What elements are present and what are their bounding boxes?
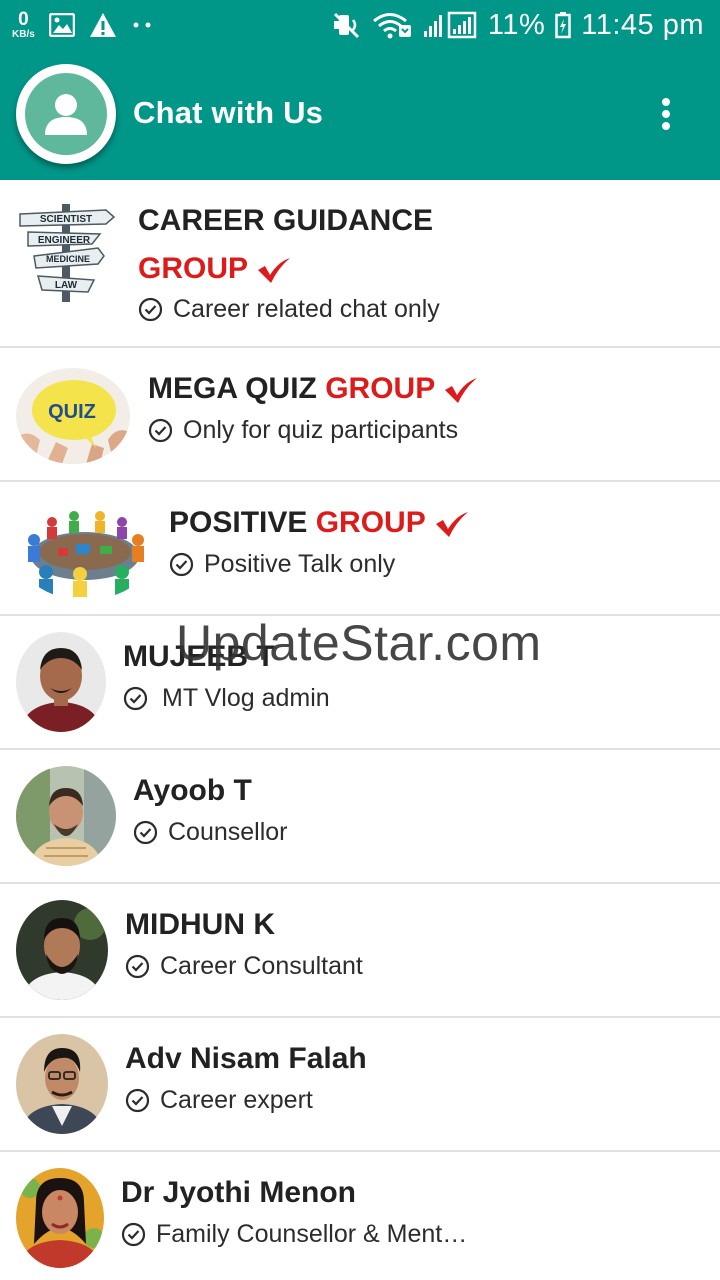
verified-tick-icon (258, 258, 291, 284)
list-item-contact[interactable]: MIDHUN K Career Consultant (0, 884, 720, 1018)
check-circle-icon (138, 297, 163, 322)
check-circle-icon (121, 1222, 146, 1247)
watermark: UpdateStar.com (176, 615, 542, 671)
svg-text:SCIENTIST: SCIENTIST (40, 214, 92, 225)
app-bar: Chat with Us (0, 50, 720, 180)
group-label: GROUP (138, 252, 249, 285)
mute-icon (333, 12, 359, 39)
avatar (16, 766, 116, 866)
verified-tick-icon (445, 378, 478, 404)
positive-group-image (16, 500, 154, 600)
profile-avatar[interactable] (16, 64, 116, 164)
group-title: MEGA QUIZ GROUP (148, 372, 479, 406)
svg-text:MEDICINE: MEDICINE (46, 254, 90, 264)
svg-text:LAW: LAW (55, 280, 78, 291)
quiz-image: QUIZ (16, 368, 130, 464)
battery-icon (555, 12, 571, 39)
item-subtitle: Counsellor (133, 818, 288, 847)
contact-list: SCIENTIST ENGINEER MEDICINE LAW CAREER G… (0, 180, 720, 1280)
list-item-mega-quiz[interactable]: QUIZ MEGA QUIZ GROUP Only for quiz parti… (0, 348, 720, 482)
check-circle-icon (123, 686, 148, 711)
check-circle-icon (148, 418, 173, 443)
network-speed: 0 KB/s (12, 9, 35, 40)
wifi-icon (372, 13, 411, 39)
overflow-menu-button[interactable] (650, 94, 682, 134)
menu-dot (662, 98, 670, 106)
contact-name: Dr Jyothi Menon (121, 1176, 357, 1209)
warning-icon (89, 13, 116, 37)
app-title: Chat with Us (133, 95, 324, 130)
group-title-line1: CAREER GUIDANCE (138, 204, 434, 237)
clock: 11:45 pm (581, 8, 704, 41)
svg-text:QUIZ: QUIZ (48, 401, 96, 423)
menu-dot (662, 122, 670, 130)
contact-name: Adv Nisam Falah (125, 1042, 367, 1075)
image-icon (48, 13, 75, 37)
signal-icon (423, 11, 477, 39)
item-subtitle: Positive Talk only (169, 550, 395, 579)
list-item-positive-group[interactable]: POSITIVE GROUP Positive Talk only (0, 482, 720, 616)
verified-tick-icon (435, 512, 468, 538)
list-item-contact[interactable]: Ayoob T Counsellor (0, 750, 720, 884)
check-circle-icon (125, 1088, 150, 1113)
contact-name: Ayoob T (133, 774, 252, 807)
item-subtitle: Only for quiz participants (148, 416, 458, 445)
list-item-contact[interactable]: Adv Nisam Falah Career expert (0, 1018, 720, 1152)
avatar (16, 900, 108, 1000)
avatar (16, 632, 106, 732)
check-circle-icon (169, 552, 194, 577)
dots-icon (133, 22, 151, 28)
avatar (16, 1034, 108, 1134)
check-circle-icon (125, 954, 150, 979)
svg-text:ENGINEER: ENGINEER (38, 235, 91, 246)
item-subtitle: Career Consultant (125, 952, 363, 981)
signpost-image: SCIENTIST ENGINEER MEDICINE LAW (14, 202, 118, 304)
menu-dot (662, 110, 670, 118)
user-icon (45, 94, 87, 135)
item-subtitle: Family Counsellor & Ment… (121, 1220, 467, 1249)
group-title-line2: GROUP (138, 252, 292, 286)
item-subtitle: Career expert (125, 1086, 313, 1115)
list-item-career-guidance[interactable]: SCIENTIST ENGINEER MEDICINE LAW CAREER G… (0, 180, 720, 348)
check-circle-icon (133, 820, 158, 845)
item-subtitle: MT Vlog admin (123, 684, 330, 713)
battery-percent: 11% (487, 8, 546, 41)
status-bar: 0 KB/s 11% 11:45 pm (0, 0, 720, 50)
list-item-contact[interactable]: Dr Jyothi Menon Family Counsellor & Ment… (0, 1152, 720, 1280)
group-title: POSITIVE GROUP (169, 506, 470, 540)
contact-name: MIDHUN K (125, 908, 275, 941)
item-subtitle: Career related chat only (138, 295, 440, 324)
avatar (16, 1168, 104, 1268)
